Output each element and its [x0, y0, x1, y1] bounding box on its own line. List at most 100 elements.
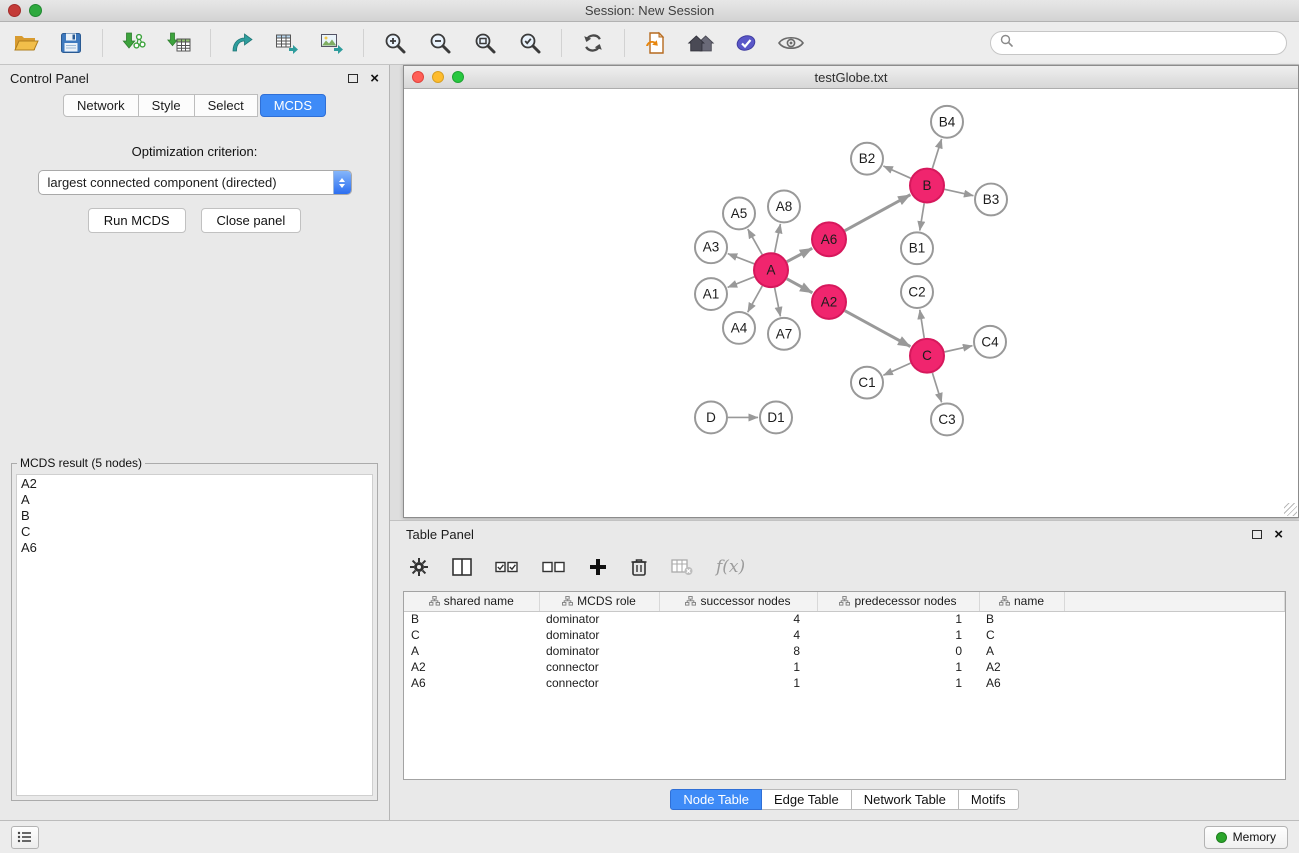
column-header-successor-nodes[interactable]: successor nodes	[659, 592, 817, 611]
graph-node-C4[interactable]: C4	[974, 326, 1006, 358]
result-item[interactable]: A6	[21, 540, 368, 556]
float-panel-icon[interactable]	[348, 74, 358, 83]
result-item[interactable]: C	[21, 524, 368, 540]
graph-node-B[interactable]: B	[910, 169, 944, 203]
search-input[interactable]	[1019, 35, 1277, 52]
graph-node-A1[interactable]: A1	[695, 278, 727, 310]
zoom-out-icon[interactable]	[426, 29, 454, 57]
tab-mcds[interactable]: MCDS	[260, 94, 326, 117]
deselect-all-icon[interactable]	[542, 554, 566, 580]
graph-node-B3[interactable]: B3	[975, 184, 1007, 216]
table-row[interactable]: A2connector11A2	[404, 659, 1285, 675]
zoom-selected-icon[interactable]	[516, 29, 544, 57]
minimize-network-button[interactable]	[432, 71, 444, 83]
memory-status-icon	[1216, 832, 1227, 843]
svg-text:B4: B4	[939, 114, 956, 129]
close-window-button[interactable]	[8, 4, 21, 17]
column-header-shared-name[interactable]: shared name	[404, 592, 539, 611]
import-table-icon[interactable]	[165, 29, 193, 57]
table-row[interactable]: A6connector11A6	[404, 675, 1285, 691]
graph-node-C1[interactable]: C1	[851, 367, 883, 399]
graph-node-C2[interactable]: C2	[901, 276, 933, 308]
graph-node-A7[interactable]: A7	[768, 318, 800, 350]
graph-node-D[interactable]: D	[695, 402, 727, 434]
select-all-icon[interactable]	[495, 554, 519, 580]
table-settings-gear-icon[interactable]	[409, 554, 429, 580]
apply-style-icon[interactable]	[732, 29, 760, 57]
graph-node-A5[interactable]: A5	[723, 197, 755, 229]
network-window-titlebar[interactable]: testGlobe.txt	[404, 66, 1298, 89]
resize-grip[interactable]	[1284, 503, 1297, 516]
column-header-name[interactable]: name	[979, 592, 1064, 611]
tab-edge-table[interactable]: Edge Table	[762, 789, 852, 810]
mcds-result-list[interactable]: A2ABCA6	[16, 474, 373, 796]
result-item[interactable]: B	[21, 508, 368, 524]
column-header-filler	[1064, 592, 1285, 611]
close-panel-icon[interactable]: ×	[370, 71, 379, 86]
svg-text:A6: A6	[821, 232, 838, 247]
tab-style[interactable]: Style	[139, 94, 195, 117]
tab-network-table[interactable]: Network Table	[852, 789, 959, 810]
graph-node-B1[interactable]: B1	[901, 232, 933, 264]
select-stepper-icon[interactable]	[333, 171, 351, 194]
show-columns-icon[interactable]	[452, 554, 472, 580]
toolbar-separator	[363, 29, 364, 57]
result-item[interactable]: A2	[21, 476, 368, 492]
save-session-icon[interactable]	[57, 29, 85, 57]
delete-column-trash-icon[interactable]	[630, 554, 648, 580]
toolbar-separator	[624, 29, 625, 57]
graph-node-A3[interactable]: A3	[695, 231, 727, 263]
export-network-icon[interactable]	[228, 29, 256, 57]
zoom-in-icon[interactable]	[381, 29, 409, 57]
criterion-select[interactable]: largest connected component (directed)	[38, 170, 352, 195]
table-row[interactable]: Adominator80A	[404, 643, 1285, 659]
memory-label: Memory	[1233, 830, 1276, 844]
graph-node-A6[interactable]: A6	[812, 222, 846, 256]
graph-node-C3[interactable]: C3	[931, 404, 963, 436]
network-canvas[interactable]: B4 B2 B B3 A5 A8 A6 A3 B1 A A1 C2 A2 A4 A7 C4 C C1 C3 D D1	[404, 89, 1298, 517]
graph-node-A[interactable]: A	[754, 253, 788, 287]
zoom-network-button[interactable]	[452, 71, 464, 83]
show-graphics-details-icon[interactable]	[777, 29, 805, 57]
graph-node-B4[interactable]: B4	[931, 106, 963, 138]
open-file-icon[interactable]	[12, 29, 40, 57]
column-header-predecessor-nodes[interactable]: predecessor nodes	[817, 592, 979, 611]
network-graph[interactable]: B4 B2 B B3 A5 A8 A6 A3 B1 A A1 C2 A2 A4 A7 C4 C C1 C3 D D1	[404, 89, 1298, 517]
graph-node-A4[interactable]: A4	[723, 312, 755, 344]
refresh-icon[interactable]	[579, 29, 607, 57]
float-table-panel-icon[interactable]	[1252, 530, 1262, 539]
zoom-fit-icon[interactable]	[471, 29, 499, 57]
node-table-container[interactable]: shared nameMCDS rolesuccessor nodesprede…	[403, 591, 1286, 780]
function-builder-icon[interactable]: f(x)	[716, 554, 745, 580]
graph-node-A2[interactable]: A2	[812, 285, 846, 319]
close-table-panel-icon[interactable]: ×	[1274, 527, 1283, 542]
task-history-button[interactable]	[11, 826, 39, 849]
graph-node-B2[interactable]: B2	[851, 143, 883, 175]
tab-node-table[interactable]: Node Table	[670, 789, 762, 810]
run-mcds-button[interactable]: Run MCDS	[88, 208, 186, 233]
tab-network[interactable]: Network	[63, 94, 139, 117]
delete-table-icon[interactable]	[671, 554, 693, 580]
import-network-icon[interactable]	[120, 29, 148, 57]
open-session-icon[interactable]	[642, 29, 670, 57]
graph-node-C[interactable]: C	[910, 339, 944, 373]
status-bar: Memory	[0, 820, 1299, 853]
result-item[interactable]: A	[21, 492, 368, 508]
column-header-MCDS-role[interactable]: MCDS role	[539, 592, 659, 611]
zoom-window-button[interactable]	[29, 4, 42, 17]
svg-text:B2: B2	[859, 151, 876, 166]
export-table-icon[interactable]	[273, 29, 301, 57]
home-icon[interactable]	[687, 29, 715, 57]
memory-button[interactable]: Memory	[1204, 826, 1288, 849]
close-panel-button[interactable]: Close panel	[201, 208, 302, 233]
add-column-icon[interactable]	[589, 554, 607, 580]
close-network-button[interactable]	[412, 71, 424, 83]
graph-node-A8[interactable]: A8	[768, 191, 800, 223]
graph-node-D1[interactable]: D1	[760, 402, 792, 434]
tab-motifs[interactable]: Motifs	[959, 789, 1019, 810]
table-row[interactable]: Cdominator41C	[404, 627, 1285, 643]
tab-select[interactable]: Select	[195, 94, 258, 117]
table-row[interactable]: Bdominator41B	[404, 611, 1285, 627]
export-image-icon[interactable]	[318, 29, 346, 57]
search-field[interactable]	[990, 31, 1287, 55]
